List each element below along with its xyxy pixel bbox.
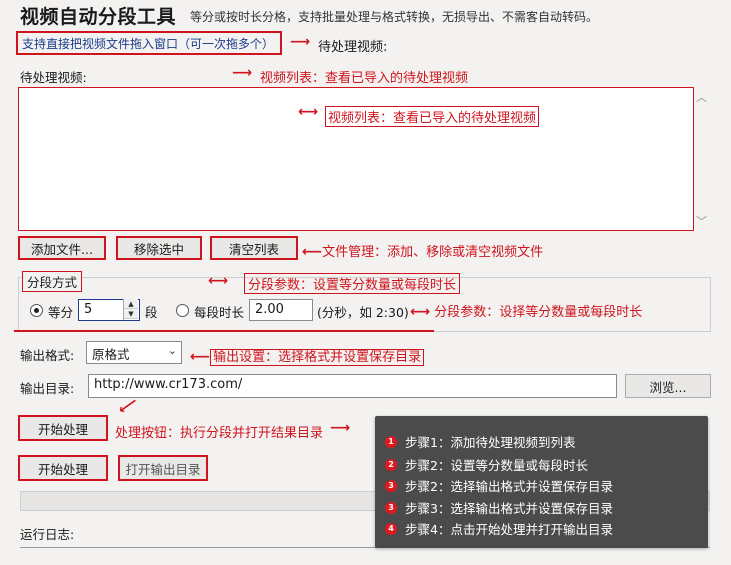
list-scrollbar[interactable]: ︿ ﹀: [694, 87, 710, 231]
file-mgmt-annotation: ⟵文件管理：添加、移除或清空视频文件: [302, 244, 544, 260]
browse-button[interactable]: 浏览...: [625, 374, 711, 398]
scroll-up-icon[interactable]: ︿: [696, 89, 707, 105]
equal-unit: 段: [145, 305, 158, 320]
list-label: 待处理视频:: [20, 70, 87, 85]
equal-count-stepper[interactable]: ▲ ▼: [123, 299, 138, 320]
output-dir-input[interactable]: http://www.cr173.com/: [88, 374, 617, 398]
dir-label: 输出目录:: [20, 381, 75, 396]
equal-label: 等分: [48, 305, 74, 320]
double-arrow-icon: ⟷: [410, 304, 431, 320]
split-param-annotation-2: ⟷ 分段参数：设择等分数量或每段时长: [410, 304, 643, 320]
arrow-right-icon: ⟶: [232, 65, 253, 81]
chevron-down-icon: ⌄: [167, 344, 177, 357]
duration-input[interactable]: 2.00: [249, 299, 313, 321]
steps-tooltip: 1 步骤1：添加待处理视频到列表 2 步骤2：设置等分数量或每段时长 3 步骤2：选择…: [375, 416, 708, 548]
split-param-annotation-1: 分段参数：设置等分数量或每段时长: [244, 273, 461, 294]
step-item: 1 步骤1：添加待处理视频到列表: [385, 432, 575, 451]
arrow-right-icon: ⟵: [190, 349, 211, 365]
app-subtitle: 等分或按时长分格，支持批量处理与格式转换，无损导出、不需客自动转码。: [190, 10, 599, 24]
drag-hint: 支持直接把视频文件拖入窗口（可一次拖多个）: [16, 31, 282, 55]
pending-annotation: 待处理视频:: [318, 40, 388, 55]
scroll-down-icon[interactable]: ﹀: [696, 213, 707, 229]
format-label: 输出格式:: [20, 348, 75, 363]
equal-radio[interactable]: [30, 304, 43, 317]
split-mode-legend: 分段方式: [22, 271, 83, 292]
duration-label: 每段时长: [194, 305, 245, 320]
add-file-button[interactable]: 添加文件...: [18, 236, 106, 260]
duration-hint: (分秒，如 2:30): [317, 305, 409, 320]
start-button-2[interactable]: 开始处理: [18, 455, 108, 481]
open-output-dir-button[interactable]: 打开输出目录: [118, 455, 208, 481]
arrow-right-icon: ⟵: [302, 244, 323, 260]
process-annotation: 处理按钮：执行分段并打开结果目录: [115, 426, 324, 441]
output-annotation: ⟵ 输出设置：选择格式并设置保存目录: [190, 346, 425, 366]
start-button[interactable]: 开始处理: [18, 415, 108, 441]
double-arrow-icon: ⟷: [208, 273, 229, 289]
double-arrow-icon: ⟷: [298, 104, 319, 120]
step-item: 4 步骤4：点击开始处理并打开输出目录: [385, 519, 613, 538]
app-title: 视频自动分段工具: [20, 6, 177, 28]
format-select[interactable]: 原格式 ⌄: [86, 341, 182, 364]
step-item: 3 步骤3：选择输出格式并设置保存目录: [385, 498, 613, 517]
clear-list-button[interactable]: 清空列表: [210, 236, 298, 260]
remove-selected-button[interactable]: 移除选中: [116, 236, 202, 260]
log-label: 运行日志:: [20, 527, 75, 542]
duration-radio[interactable]: [176, 304, 189, 317]
list-annotation-inside: 视频列表：查看已导入的待处理视频: [325, 106, 540, 127]
step-item: 2 步骤2：设置等分数量或每段时长: [385, 455, 588, 474]
split-highlight-line: [14, 330, 434, 332]
step-item: 3 步骤2：选择输出格式并设置保存目录: [385, 476, 613, 495]
arrow-right-icon: ⟶: [290, 34, 311, 50]
list-annotation-top: 视频列表：查看已导入的待处理视频: [260, 71, 469, 86]
arrow-right-icon: ⟶: [330, 420, 351, 436]
